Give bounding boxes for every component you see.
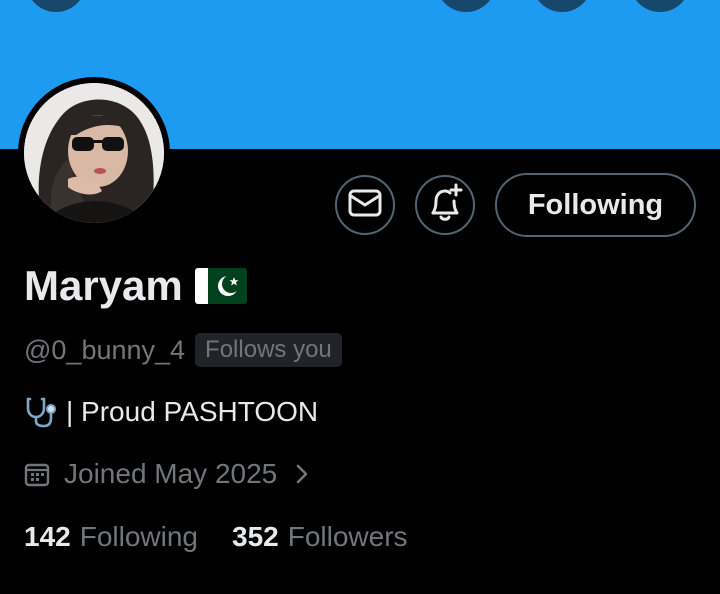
following-button[interactable]: Following — [495, 173, 696, 237]
display-name: Maryam — [24, 262, 183, 309]
bell-plus-icon — [425, 183, 465, 228]
profile-name-row: Maryam — [24, 262, 247, 310]
notifications-button[interactable] — [415, 175, 475, 235]
top-bar-button[interactable] — [436, 0, 496, 12]
username-handle: @0_bunny_4 — [24, 334, 186, 365]
bio: | Proud PASHTOON — [24, 396, 318, 428]
calendar-icon — [24, 461, 50, 487]
pakistan-flag-icon — [194, 268, 247, 304]
following-count: 142 — [24, 521, 71, 552]
bio-text: | Proud PASHTOON — [66, 396, 319, 427]
stethoscope-icon — [24, 396, 58, 428]
top-bar-button[interactable] — [630, 0, 690, 12]
following-stat-label: Following — [79, 521, 198, 552]
following-stat-link[interactable]: 142 Following — [24, 521, 198, 553]
joined-date: Joined May 2025 — [64, 458, 278, 489]
envelope-icon — [348, 188, 382, 223]
top-bar-button[interactable] — [26, 0, 86, 12]
following-button-label: Following — [527, 188, 664, 221]
handle-row: @0_bunny_4 Follows you — [24, 333, 342, 367]
avatar[interactable] — [18, 77, 170, 229]
chevron-right-icon — [295, 463, 309, 485]
top-bar-button[interactable] — [532, 0, 592, 12]
follow-stats: 142 Following 352 Followers — [24, 521, 408, 553]
followers-stat-link[interactable]: 352 Followers — [232, 521, 408, 553]
message-button[interactable] — [335, 175, 395, 235]
avatar-image — [24, 83, 164, 223]
follows-you-badge: Follows you — [195, 333, 342, 367]
followers-count: 352 — [232, 521, 279, 552]
followers-stat-label: Followers — [287, 521, 408, 552]
joined-date-row[interactable]: Joined May 2025 — [24, 458, 309, 490]
